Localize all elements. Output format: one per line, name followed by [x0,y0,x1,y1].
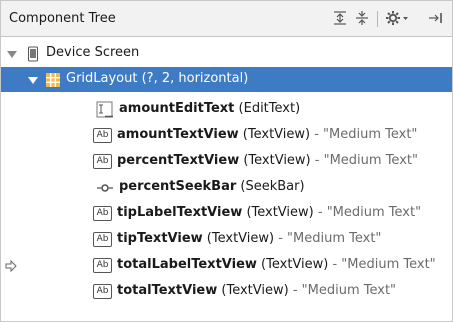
grid-layout-icon [45,72,61,88]
settings-gear-icon[interactable] [385,9,411,27]
tree-node-percentseekbar[interactable]: percentSeekBar (SeekBar) [1,175,452,200]
expand-arrow-icon[interactable] [27,74,39,86]
textview-icon: Ab [93,154,112,169]
node-label: totalTextView (TextView) - "Medium Text" [117,283,397,298]
tree-node-gridlayout[interactable]: GridLayout (?, 2, horizontal) [1,67,452,92]
drop-target-arrow-icon [5,259,17,273]
tree-node-device-screen[interactable]: Device Screen [1,41,452,66]
panel-title: Component Tree [9,11,116,26]
node-label: amountTextView (TextView) - "Medium Text… [117,127,418,142]
tree-node-totaltextview[interactable]: Ab totalTextView (TextView) - "Medium Te… [1,279,452,304]
node-label: percentSeekBar (SeekBar) [119,179,305,194]
edittext-icon [96,101,113,118]
textview-icon: Ab [93,206,112,221]
device-screen-label: Device Screen [46,45,140,60]
node-label: percentTextView (TextView) - "Medium Tex… [117,153,418,168]
textview-icon: Ab [93,284,112,299]
expand-arrow-icon[interactable] [6,48,18,60]
component-tree-panel: Component Tree Device Screen GridLayout … [0,0,453,322]
textview-icon: Ab [93,232,112,247]
hide-panel-icon[interactable] [427,9,445,27]
textview-icon: Ab [93,258,112,273]
node-label: tipLabelTextView (TextView) - "Medium Te… [117,205,422,220]
gridlayout-label: GridLayout (?, 2, horizontal) [66,71,249,86]
textview-icon: Ab [93,128,112,143]
node-label: amountEditText (EditText) [119,101,301,116]
tree-node-amounttextview[interactable]: Ab amountTextView (TextView) - "Medium T… [1,123,452,148]
panel-header: Component Tree [1,1,452,37]
device-icon [25,46,41,62]
collapse-all-icon[interactable] [353,9,371,27]
tree-node-totallabeltextview[interactable]: Ab totalLabelTextView (TextView) - "Medi… [1,253,452,278]
header-divider [377,11,378,27]
tree-node-percenttextview[interactable]: Ab percentTextView (TextView) - "Medium … [1,149,452,174]
tree-node-tiplabeltextview[interactable]: Ab tipLabelTextView (TextView) - "Medium… [1,201,452,226]
seekbar-icon [96,180,114,196]
tree-node-amountedittext[interactable]: amountEditText (EditText) [1,97,452,122]
node-label: totalLabelTextView (TextView) - "Medium … [117,257,436,272]
tree-node-tiptextview[interactable]: Ab tipTextView (TextView) - "Medium Text… [1,227,452,252]
expand-all-icon[interactable] [331,9,349,27]
node-label: tipTextView (TextView) - "Medium Text" [117,231,382,246]
